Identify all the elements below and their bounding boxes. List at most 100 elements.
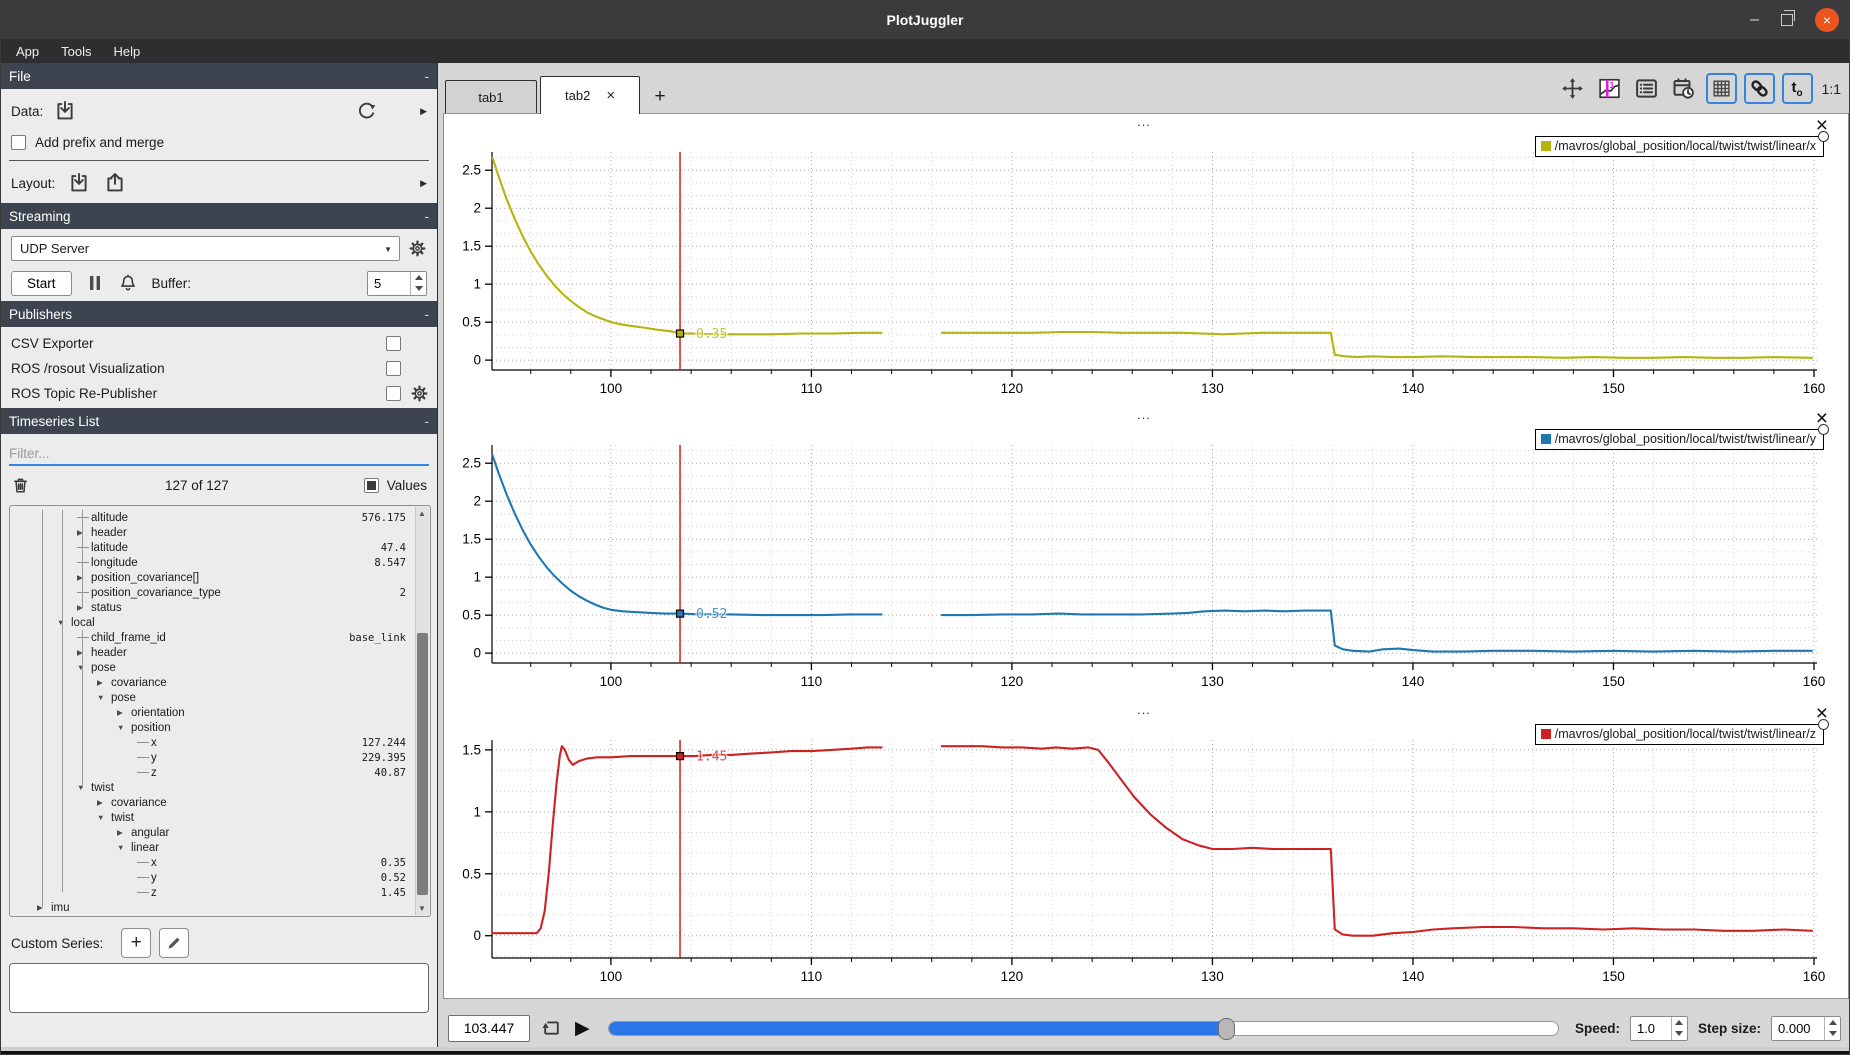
start-button[interactable]: Start — [11, 271, 72, 296]
speed-spinbox[interactable] — [1630, 1016, 1688, 1041]
tree-collapsed-icon[interactable]: ▶ — [97, 798, 111, 807]
tree-row-covariance[interactable]: ▶covariance — [10, 795, 430, 810]
tree-row-latitude[interactable]: latitude47.4 — [10, 540, 430, 555]
step-size-input[interactable] — [1772, 1017, 1824, 1040]
spin-up-icon[interactable] — [1672, 1017, 1687, 1029]
tree-row-z[interactable]: z40.87 — [10, 765, 430, 780]
tree-collapsed-icon[interactable]: ▶ — [117, 708, 131, 717]
tree-row-linear[interactable]: ▼linear — [10, 840, 430, 855]
tab-close-icon[interactable]: × — [606, 87, 615, 104]
grid-toggle-icon[interactable] — [1706, 73, 1737, 104]
step-size-spinbox[interactable] — [1771, 1016, 1841, 1041]
tree-row-position[interactable]: ▼position — [10, 720, 430, 735]
tracker-line-icon[interactable]: 1 — [1595, 74, 1625, 104]
legend-linear-x[interactable]: /mavros/global_position/local/twist/twis… — [1535, 136, 1824, 157]
tab-tab2[interactable]: tab2× — [540, 76, 640, 114]
plot-canvas-linear-x[interactable]: 10011012013014015016000.511.522.50.35 — [444, 114, 1844, 404]
tree-expanded-icon[interactable]: ▼ — [117, 843, 131, 852]
link-axes-icon[interactable] — [1744, 73, 1775, 104]
time-display[interactable] — [448, 1015, 530, 1042]
tree-row-x[interactable]: x0.35 — [10, 855, 430, 870]
tree-row-pose[interactable]: ▼pose — [10, 660, 430, 675]
tree-row-z[interactable]: z1.45 — [10, 885, 430, 900]
tree-row-y[interactable]: y0.52 — [10, 870, 430, 885]
restore-button[interactable] — [1781, 14, 1793, 26]
custom-series-list[interactable] — [9, 963, 429, 1013]
tree-expanded-icon[interactable]: ▼ — [97, 813, 111, 822]
tree-row-longitude[interactable]: longitude8.547 — [10, 555, 430, 570]
tree-expanded-icon[interactable]: ▼ — [57, 618, 71, 627]
publisher-checkbox[interactable] — [386, 336, 401, 351]
legend-handle-icon[interactable] — [1818, 131, 1829, 142]
timeseries-section-header[interactable]: Timeseries List - — [1, 408, 437, 434]
load-layout-icon[interactable] — [67, 171, 91, 195]
tree-row-x[interactable]: x127.244 — [10, 735, 430, 750]
time-offset-icon[interactable]: to — [1782, 73, 1813, 104]
plot-canvas-linear-y[interactable]: 10011012013014015016000.511.522.50.52 — [444, 407, 1844, 697]
plot-linear-x[interactable]: ...×10011012013014015016000.511.522.50.3… — [444, 114, 1844, 404]
collapse-icon[interactable]: - — [424, 413, 429, 429]
legend-list-icon[interactable] — [1632, 74, 1662, 104]
tree-row-position_covariance[interactable]: ▶position_covariance[] — [10, 570, 430, 585]
publisher-checkbox[interactable] — [386, 386, 401, 401]
tree-scrollbar[interactable]: ▲▼ — [415, 507, 429, 915]
tree-expanded-icon[interactable]: ▼ — [77, 663, 91, 672]
reload-data-icon[interactable] — [355, 100, 378, 123]
legend-linear-z[interactable]: /mavros/global_position/local/twist/twis… — [1535, 724, 1824, 745]
legend-handle-icon[interactable] — [1818, 424, 1829, 435]
notifications-bell-icon[interactable] — [118, 273, 138, 293]
scroll-down-icon[interactable]: ▼ — [418, 904, 426, 913]
load-data-icon[interactable] — [53, 99, 77, 123]
tree-row-covariance[interactable]: ▶covariance — [10, 675, 430, 690]
streaming-settings-gear-icon[interactable] — [408, 239, 427, 258]
layout-submenu-arrow[interactable]: ▶ — [420, 178, 427, 189]
slider-handle[interactable] — [1218, 1018, 1235, 1040]
time-input[interactable] — [448, 1015, 530, 1042]
tree-collapsed-icon[interactable]: ▶ — [77, 573, 91, 582]
tree-row-twist[interactable]: ▼twist — [10, 810, 430, 825]
loop-icon[interactable] — [540, 1017, 563, 1040]
tree-row-imu[interactable]: ▶imu — [10, 900, 430, 915]
minimize-button[interactable]: – — [1750, 15, 1759, 25]
datetime-icon[interactable] — [1669, 74, 1699, 104]
titlebar[interactable]: PlotJuggler – × — [1, 1, 1849, 39]
plot-linear-y[interactable]: ...×10011012013014015016000.511.522.50.5… — [444, 407, 1844, 697]
tree-row-status[interactable]: ▶status — [10, 600, 430, 615]
scroll-up-icon[interactable]: ▲ — [418, 509, 426, 518]
save-layout-icon[interactable] — [103, 171, 127, 195]
tree-row-child_frame_id[interactable]: child_frame_idbase_link — [10, 630, 430, 645]
menu-item-help[interactable]: Help — [103, 44, 152, 59]
tree-collapsed-icon[interactable]: ▶ — [77, 648, 91, 657]
buffer-spinbox[interactable] — [367, 271, 427, 296]
zoom-fit-icon[interactable] — [1558, 74, 1588, 104]
tree-collapsed-icon[interactable]: ▶ — [97, 678, 111, 687]
publishers-section-header[interactable]: Publishers - — [1, 301, 437, 327]
tree-row-local[interactable]: ▼local — [10, 615, 430, 630]
timeseries-tree[interactable]: altitude576.175 ▶header latitude47.4longit… — [9, 505, 431, 917]
streaming-section-header[interactable]: Streaming - — [1, 203, 437, 229]
tree-row-y[interactable]: y229.395 — [10, 750, 430, 765]
tree-collapsed-icon[interactable]: ▶ — [37, 903, 51, 912]
tree-row-altitude[interactable]: altitude576.175 — [10, 510, 430, 525]
tab-tab1[interactable]: tab1 — [445, 80, 537, 113]
tree-scroll-thumb[interactable] — [417, 633, 428, 895]
tree-collapsed-icon[interactable]: ▶ — [77, 603, 91, 612]
tree-row-twist[interactable]: ▼twist — [10, 780, 430, 795]
tree-row-header[interactable]: ▶header — [10, 645, 430, 660]
publisher-checkbox[interactable] — [386, 361, 401, 376]
spin-down-icon[interactable] — [1825, 1028, 1840, 1040]
values-checkbox[interactable] — [364, 478, 379, 493]
tree-collapsed-icon[interactable]: ▶ — [77, 528, 91, 537]
edit-custom-series-button[interactable] — [159, 928, 189, 958]
add-custom-series-button[interactable]: + — [121, 928, 151, 958]
play-button[interactable]: ▶ — [575, 1017, 590, 1040]
tree-expanded-icon[interactable]: ▼ — [117, 723, 131, 732]
tree-row-pose[interactable]: ▼pose — [10, 690, 430, 705]
trash-icon[interactable] — [11, 476, 30, 495]
publisher-settings-gear-icon[interactable] — [410, 384, 429, 403]
add-prefix-checkbox[interactable] — [11, 135, 26, 150]
add-tab-button[interactable]: + — [643, 80, 677, 113]
tree-row-angular[interactable]: ▶angular — [10, 825, 430, 840]
tree-expanded-icon[interactable]: ▼ — [77, 783, 91, 792]
menu-item-app[interactable]: App — [5, 44, 50, 59]
